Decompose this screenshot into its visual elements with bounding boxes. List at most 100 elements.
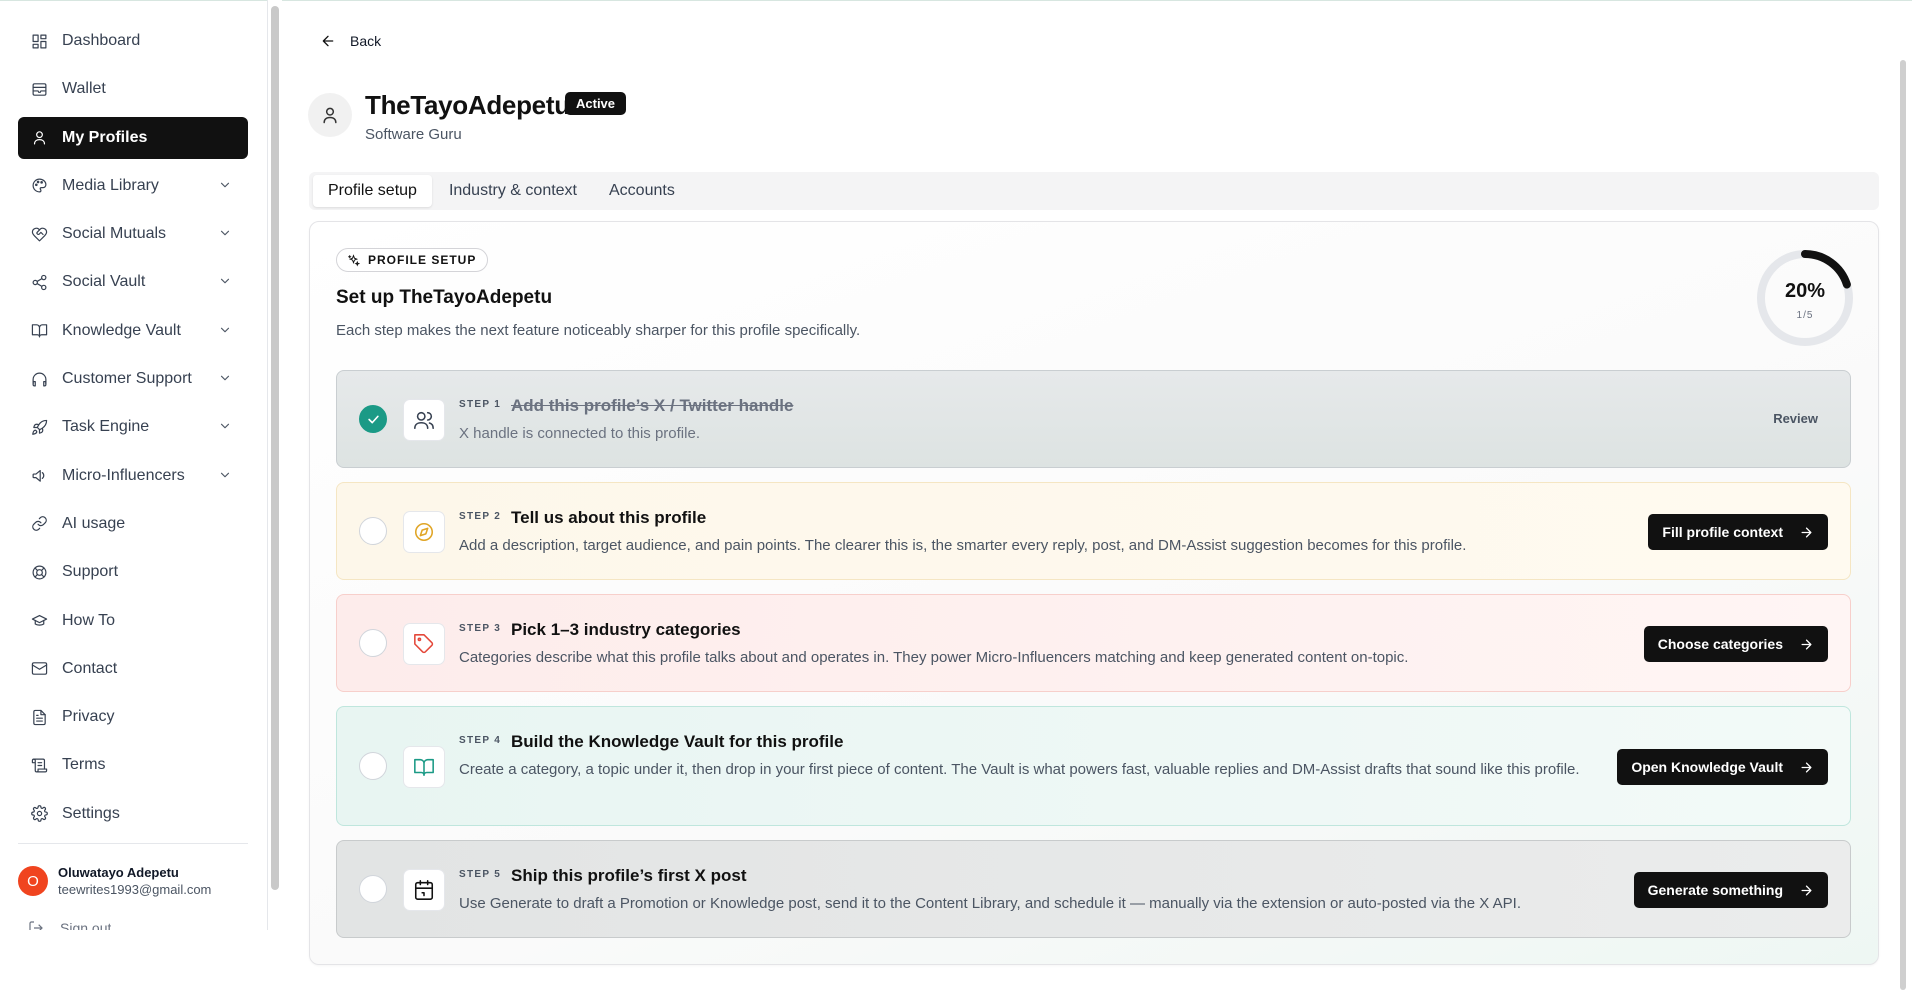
arrow-right-icon [1801,762,1812,772]
sidebar-item-wallet[interactable]: Wallet [18,68,248,110]
chevron-down-icon[interactable] [218,178,232,192]
sidebar-item-label: Task Engine [62,418,150,436]
chevron-down-icon[interactable] [218,323,232,337]
page-scrollbar[interactable] [1900,60,1906,990]
setup-step-5: STEP 5 Ship this profile’s first X post … [336,840,1851,938]
progress-percent: 20% [1784,280,1826,302]
sidebar-item-social-mutuals[interactable]: Social Mutuals [18,213,248,255]
button-label: Open Knowledge Vault [1631,759,1783,775]
button-label: Fill profile context [1662,524,1783,540]
chevron-down-icon[interactable] [218,371,232,385]
tag-icon [414,634,434,654]
sidebar-item-knowledge-vault[interactable]: Knowledge Vault [18,310,248,352]
sidebar-item-label: Social Vault [62,273,146,291]
chevron-down-icon[interactable] [218,274,232,288]
sidebar-item-label: Settings [62,804,120,822]
profile-avatar [308,93,352,137]
step-title: Ship this profile’s first X post [511,866,747,885]
setup-step-4: STEP 4 Build the Knowledge Vault for thi… [336,706,1851,826]
sidebar-item-label: Media Library [62,176,159,194]
sidebar-item-label: Contact [62,659,118,677]
tab-accounts[interactable]: Accounts [594,175,690,207]
arrow-right-icon [1801,527,1812,537]
link-icon [30,515,48,533]
profile-subtitle: Software Guru [365,126,462,143]
user-account[interactable]: O Oluwatayo Adepetu teewrites1993@gmail.… [18,865,211,897]
step-complete-check [359,405,387,433]
sidebar-item-label: Support [62,563,119,581]
sidebar-item-ai-usage[interactable]: AI usage [18,503,248,545]
setup-step-2: STEP 2 Tell us about this profile Add a … [336,482,1851,580]
tab-industry-context[interactable]: Industry & context [434,175,592,207]
sidebar-item-dashboard[interactable]: Dashboard [18,20,248,62]
sidebar-scrollbar[interactable] [271,6,279,890]
avatar: O [18,866,48,896]
graduation-cap-icon [30,612,48,630]
sidebar-item-contact[interactable]: Contact [18,648,248,690]
sidebar-item-support[interactable]: Support [18,551,248,593]
sidebar-item-privacy[interactable]: Privacy [18,696,248,738]
step-checkbox [359,875,387,903]
arrow-left-icon [322,35,334,47]
sidebar-item-micro-influencers[interactable]: Micro-Influencers [18,455,248,497]
step-number: STEP 2 [459,511,502,522]
step-icon-box [403,511,445,553]
page-title: TheTayoAdepetu [365,90,570,120]
sidebar-item-label: AI usage [62,514,126,532]
calendar-icon [414,880,434,900]
setup-title: Set up TheTayoAdepetu [336,287,553,308]
arrow-right-icon [1801,639,1812,649]
back-button[interactable]: Back [320,33,381,49]
share-icon [30,273,48,291]
sidebar-item-my-profiles[interactable]: My Profiles [18,116,248,159]
sidebar-item-label: Customer Support [62,370,192,388]
review-button[interactable]: Review [1773,411,1818,426]
setup-step-1: STEP 1 Add this profile’s X / Twitter ha… [336,370,1851,468]
sidebar-item-task-engine[interactable]: Task Engine [18,406,248,448]
sidebar-item-customer-support[interactable]: Customer Support [18,358,248,400]
users-icon [414,411,434,430]
sidebar-item-label: Terms [62,756,106,774]
compass-icon [414,522,434,542]
step-checkbox [359,629,387,657]
check-icon [367,415,379,423]
step-title: Tell us about this profile [511,508,707,527]
status-badge: Active [565,92,627,115]
sidebar-item-label: Knowledge Vault [62,321,181,339]
gear-icon [30,805,48,823]
sidebar-divider [18,843,248,844]
lifebuoy-icon [30,563,48,581]
sidebar-item-label: Social Mutuals [62,225,167,243]
step-description: Use Generate to draft a Promotion or Kno… [459,895,1521,912]
sidebar-item-settings[interactable]: Settings [18,793,248,835]
dashboard-icon [30,32,48,50]
step-icon-box [403,399,445,441]
wallet-icon [30,80,48,98]
step-description: Categories describe what this profile ta… [459,649,1409,666]
sign-out-button[interactable]: Sign out [28,920,111,930]
step-number: STEP 1 [459,399,502,410]
choose-categories-button[interactable]: Choose categories [1643,626,1828,662]
sidebar-item-terms[interactable]: Terms [18,744,248,786]
user-icon [30,129,48,147]
button-label: Generate something [1647,882,1783,898]
back-label: Back [350,33,382,49]
open-knowledge-vault-button[interactable]: Open Knowledge Vault [1617,749,1828,785]
sidebar-item-social-vault[interactable]: Social Vault [18,261,248,303]
chevron-down-icon[interactable] [218,226,232,240]
heart-handshake-icon [30,225,48,243]
generate-something-button[interactable]: Generate something [1633,872,1828,908]
chevron-down-icon[interactable] [218,419,232,433]
user-email: teewrites1993@gmail.com [58,882,212,897]
progress-ring: 20% 1/5 [1753,246,1857,350]
step-icon-box [403,623,445,665]
tab-profile-setup[interactable]: Profile setup [313,175,432,207]
profile-setup-chip: PROFILE SETUP [336,248,489,272]
step-description: Add a description, target audience, and … [459,537,1467,554]
step-icon-box [403,869,445,911]
sidebar-item-how-to[interactable]: How To [18,600,248,642]
file-icon [30,708,48,726]
chevron-down-icon[interactable] [218,468,232,482]
sidebar-item-media-library[interactable]: Media Library [18,165,248,207]
fill-profile-context-button[interactable]: Fill profile context [1648,514,1828,550]
